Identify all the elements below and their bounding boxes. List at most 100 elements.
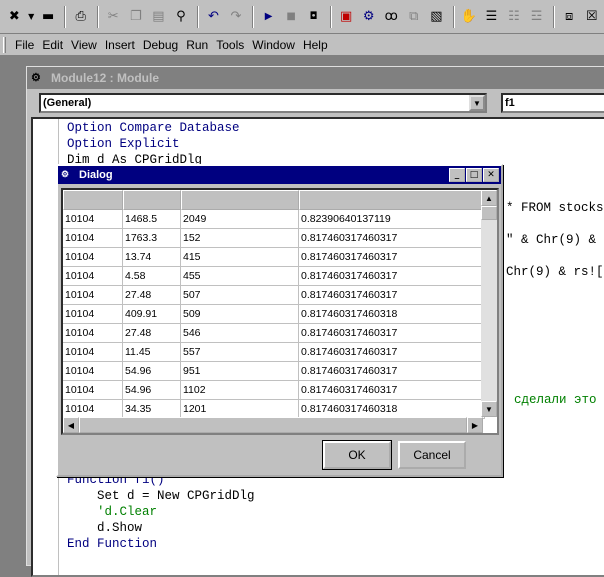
table-cell[interactable]: 0.817460317460317 [299,343,485,361]
paste-icon[interactable]: ▤ [148,6,169,28]
table-cell[interactable]: 1102 [181,381,299,399]
vertical-scrollbar[interactable]: ▲ ▼ [481,190,497,417]
table-cell[interactable]: 10104 [63,248,123,266]
table-row[interactable]: 10104 54.96 1102 0.817460317460317 [63,381,485,400]
close-icon[interactable]: ✕ [483,168,499,182]
table-cell[interactable]: 415 [181,248,299,266]
indent-icon[interactable]: ☰ [481,6,502,28]
print-icon[interactable]: ⎙ [70,6,91,28]
table-cell[interactable]: 0.817460317460317 [299,286,485,304]
table-cell[interactable]: 557 [181,343,299,361]
table-cell[interactable]: 10104 [63,381,123,399]
table-cell[interactable]: 0.817460317460317 [299,362,485,380]
module-title-bar[interactable]: ⚙ Module12 : Module [27,67,604,89]
table-cell[interactable]: 10104 [63,305,123,323]
table-cell[interactable]: 0.817460317460317 [299,267,485,285]
scroll-thumb[interactable] [79,417,467,433]
comment-icon[interactable]: ☲ [526,6,547,28]
table-cell[interactable]: 951 [181,362,299,380]
scroll-right-icon[interactable]: ▶ [467,417,483,433]
table-cell[interactable]: 1763.3 [123,229,181,247]
table-cell[interactable]: 10104 [63,362,123,380]
procedure-combo[interactable]: f1 [501,93,604,113]
data-grid[interactable]: 10104 1468.5 2049 0.82390640137119 10104 1763… [61,188,499,435]
menu-help[interactable]: Help [300,38,331,52]
scroll-left-icon[interactable]: ◀ [63,417,79,433]
cancel-button[interactable]: Cancel [398,441,466,469]
table-cell[interactable]: 27.48 [123,286,181,304]
table-row[interactable]: 10104 27.48 546 0.817460317460317 [63,324,485,343]
table-cell[interactable]: 0.817460317460317 [299,229,485,247]
menu-insert[interactable]: Insert [102,38,138,52]
column-header[interactable] [181,190,299,210]
table-row[interactable]: 10104 27.48 507 0.817460317460317 [63,286,485,305]
table-row[interactable]: 10104 409.91 509 0.817460317460318 [63,305,485,324]
redo-icon[interactable]: ↷ [226,6,247,28]
project-explorer-icon[interactable]: ⚙ [358,6,379,28]
table-cell[interactable]: 507 [181,286,299,304]
column-header[interactable] [63,190,123,210]
copy-icon[interactable]: ❐ [126,6,147,28]
scroll-thumb[interactable] [481,206,497,220]
table-cell[interactable]: 0.817460317460318 [299,400,485,418]
call-stack-icon[interactable]: ⧉ [404,6,425,28]
menu-edit[interactable]: Edit [39,38,66,52]
table-cell[interactable]: 11.45 [123,343,181,361]
project-icon[interactable]: ⧈ [559,6,580,28]
ok-button[interactable]: OK [322,440,392,470]
table-cell[interactable]: 0.82390640137119 [299,210,485,228]
table-cell[interactable]: 455 [181,267,299,285]
column-header[interactable] [299,190,485,210]
cut-icon[interactable]: ✂ [103,6,124,28]
minimize-icon[interactable]: _ [449,168,465,182]
horizontal-scrollbar[interactable]: ◀ ▶ [63,417,483,433]
run-icon[interactable]: ▶ [258,6,279,28]
table-cell[interactable]: 10104 [63,267,123,285]
table-cell[interactable]: 0.817460317460318 [299,305,485,323]
table-cell[interactable]: 509 [181,305,299,323]
table-cell[interactable]: 27.48 [123,324,181,342]
maximize-icon[interactable]: □ [466,168,482,182]
properties-icon[interactable]: ☒ [581,6,602,28]
watch-icon[interactable]: ꝏ [381,6,402,28]
scroll-up-icon[interactable]: ▲ [481,190,497,206]
hand-icon[interactable]: ✋ [459,6,480,28]
table-cell[interactable]: 2049 [181,210,299,228]
table-cell[interactable]: 10104 [63,210,123,228]
break-icon[interactable]: ■ [281,6,302,28]
table-cell[interactable]: 4.58 [123,267,181,285]
table-cell[interactable]: 1201 [181,400,299,418]
table-cell[interactable]: 0.817460317460317 [299,248,485,266]
outdent-icon[interactable]: ☷ [504,6,525,28]
undo-icon[interactable]: ↶ [203,6,224,28]
menu-tools[interactable]: Tools [213,38,247,52]
table-cell[interactable]: 54.96 [123,362,181,380]
table-cell[interactable]: 10104 [63,229,123,247]
design-mode-icon[interactable]: ▣ [336,6,357,28]
table-row[interactable]: 10104 1763.3 152 0.817460317460317 [63,229,485,248]
view-access-icon[interactable]: ✖ [4,6,25,28]
table-cell[interactable]: 10104 [63,343,123,361]
column-header[interactable] [123,190,181,210]
menu-view[interactable]: View [68,38,100,52]
table-row[interactable]: 10104 54.96 951 0.817460317460317 [63,362,485,381]
table-cell[interactable]: 1468.5 [123,210,181,228]
table-cell[interactable]: 546 [181,324,299,342]
table-cell[interactable]: 0.817460317460317 [299,381,485,399]
object-combo[interactable]: (General) ▼ [39,93,487,113]
table-row[interactable]: 10104 1468.5 2049 0.82390640137119 [63,210,485,229]
table-row[interactable]: 10104 11.45 557 0.817460317460317 [63,343,485,362]
save-icon[interactable]: ▬ [38,6,59,28]
menu-run[interactable]: Run [183,38,211,52]
table-cell[interactable]: 10104 [63,400,123,418]
table-row[interactable]: 10104 13.74 415 0.817460317460317 [63,248,485,267]
object-browser-icon[interactable]: ▧ [426,6,447,28]
table-cell[interactable]: 10104 [63,286,123,304]
table-cell[interactable]: 13.74 [123,248,181,266]
menu-window[interactable]: Window [249,38,298,52]
dialog-title-bar[interactable]: ⚙ Dialog _ □ ✕ [58,166,501,184]
table-cell[interactable]: 0.817460317460317 [299,324,485,342]
scroll-down-icon[interactable]: ▼ [481,401,497,417]
table-cell[interactable]: 34.35 [123,400,181,418]
table-cell[interactable]: 54.96 [123,381,181,399]
